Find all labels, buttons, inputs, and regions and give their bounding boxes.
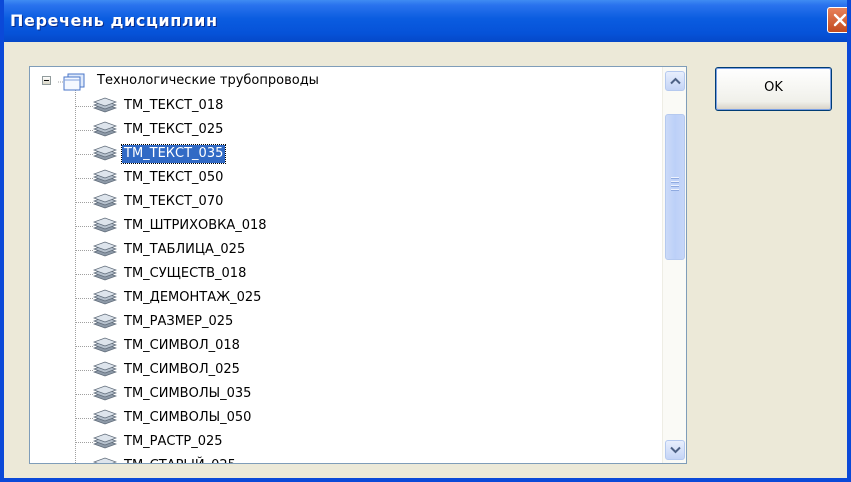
scroll-down-button[interactable]	[665, 440, 685, 460]
tree-branch-line	[75, 418, 93, 419]
discipline-tree[interactable]: Технологические трубопроводы ТМ_ТЕКСТ_01…	[29, 66, 687, 464]
tree-item[interactable]: ТМ_СИМВОЛЫ_050	[75, 407, 375, 429]
layer-stack-icon	[92, 121, 118, 143]
tree-item[interactable]: ТМ_ТЕКСТ_035	[75, 143, 375, 165]
layer-stack-icon	[92, 169, 118, 191]
tree-item-label: ТМ_ТЕКСТ_070	[124, 194, 224, 209]
tree-item-label: ТМ_ШТРИХОВКА_018	[124, 218, 267, 233]
tree-item[interactable]: ТМ_ТАБЛИЦА_025	[75, 239, 375, 261]
tree-item[interactable]: ТМ_СИМВОЛ_018	[75, 335, 375, 357]
title-bar[interactable]: Перечень дисциплин	[4, 0, 847, 42]
tree-item-label: ТМ_СИМВОЛ_018	[124, 338, 240, 353]
window-title: Перечень дисциплин	[10, 11, 218, 30]
tree-item[interactable]: ТМ_СИМВОЛЫ_035	[75, 383, 375, 405]
tree-branch-line	[75, 130, 93, 131]
chevron-down-icon	[670, 446, 681, 454]
layer-stack-icon	[92, 145, 118, 167]
layer-stack-icon	[92, 217, 118, 239]
tree-item[interactable]: ТМ_РАСТР_025	[75, 431, 375, 453]
tree-item-label: ТМ_СИМВОЛЫ_050	[124, 410, 252, 425]
ok-button-label: OK	[764, 80, 783, 95]
tree-item-label: ТМ_ТЕКСТ_050	[124, 170, 224, 185]
tree-item-label: ТМ_СИМВОЛ_025	[124, 362, 240, 377]
layer-stack-icon	[92, 97, 118, 119]
layer-stack-icon	[92, 265, 118, 287]
tree-item[interactable]: ТМ_ШТРИХОВКА_018	[75, 215, 375, 237]
tree-item[interactable]: ТМ_ДЕМОНТАЖ_025	[75, 287, 375, 309]
tree-item-label: ТМ_ТЕКСТ_018	[124, 98, 224, 113]
close-icon	[833, 13, 847, 27]
tree-item[interactable]: ТМ_ТЕКСТ_050	[75, 167, 375, 189]
tree-branch-line	[75, 346, 93, 347]
tree-item-label: ТМ_ТАБЛИЦА_025	[124, 242, 246, 257]
tree-branch-line	[75, 298, 93, 299]
tree-item[interactable]: ТМ_ТЕКСТ_025	[75, 119, 375, 141]
tree-branch-line	[75, 202, 93, 203]
tree-item-label: ТМ_СТАРЫЙ_025	[122, 457, 238, 463]
tree-branch-line	[75, 226, 93, 227]
dialog-window: Перечень дисциплин Технологические трубо…	[0, 0, 851, 482]
tree-branch-line	[75, 322, 93, 323]
collapse-icon[interactable]	[42, 76, 51, 85]
layer-stack-icon	[92, 313, 118, 335]
layer-stack-icon	[92, 289, 118, 311]
layer-stack-icon	[92, 385, 118, 407]
layer-stack-icon	[92, 241, 118, 263]
tree-branch-line	[75, 394, 93, 395]
tree-branch-line	[75, 442, 93, 443]
tree-item[interactable]: ТМ_СУЩЕСТВ_018	[75, 263, 375, 285]
tree-item-label: ТМ_ТЕКСТ_025	[124, 122, 224, 137]
layer-stack-icon	[92, 457, 118, 463]
tree-item-label: ТМ_СУЩЕСТВ_018	[124, 266, 247, 281]
tree-item-label: ТМ_ТЕКСТ_035	[120, 144, 227, 164]
tree-item[interactable]: ТМ_РАЗМЕР_025	[75, 311, 375, 333]
tree-item[interactable]: ТМ_ТЕКСТ_018	[75, 95, 375, 117]
tree-item[interactable]: ТМ_СТАРЫЙ_025	[75, 455, 375, 463]
vertical-scrollbar[interactable]	[662, 67, 686, 463]
close-button[interactable]	[827, 7, 847, 33]
tree-branch-line	[75, 370, 93, 371]
layer-stack-icon	[92, 337, 118, 359]
tree-content: Технологические трубопроводы ТМ_ТЕКСТ_01…	[30, 67, 662, 463]
tree-item[interactable]: ТМ_СИМВОЛ_025	[75, 359, 375, 381]
layer-stack-icon	[92, 361, 118, 383]
tree-root-label: Технологические трубопроводы	[97, 73, 319, 88]
scroll-thumb[interactable]	[665, 114, 685, 260]
tree-branch-line	[75, 106, 93, 107]
tree-item-label: ТМ_ДЕМОНТАЖ_025	[124, 290, 262, 305]
tree-branch-line	[75, 274, 93, 275]
layer-stack-icon	[92, 433, 118, 455]
tree-item-label: ТМ_СИМВОЛЫ_035	[124, 386, 252, 401]
scroll-up-button[interactable]	[665, 71, 685, 91]
tree-branch-line	[75, 250, 93, 251]
ok-button[interactable]: OK	[715, 67, 832, 111]
tree-item-label: ТМ_РАЗМЕР_025	[124, 314, 234, 329]
tree-branch-line	[75, 154, 93, 155]
root-folder-icon	[58, 73, 85, 91]
layer-stack-icon	[92, 193, 118, 215]
chevron-up-icon	[670, 77, 681, 85]
tree-item-label: ТМ_РАСТР_025	[124, 434, 223, 449]
tree-branch-line	[75, 178, 93, 179]
layer-stack-icon	[92, 409, 118, 431]
tree-item[interactable]: ТМ_ТЕКСТ_070	[75, 191, 375, 213]
